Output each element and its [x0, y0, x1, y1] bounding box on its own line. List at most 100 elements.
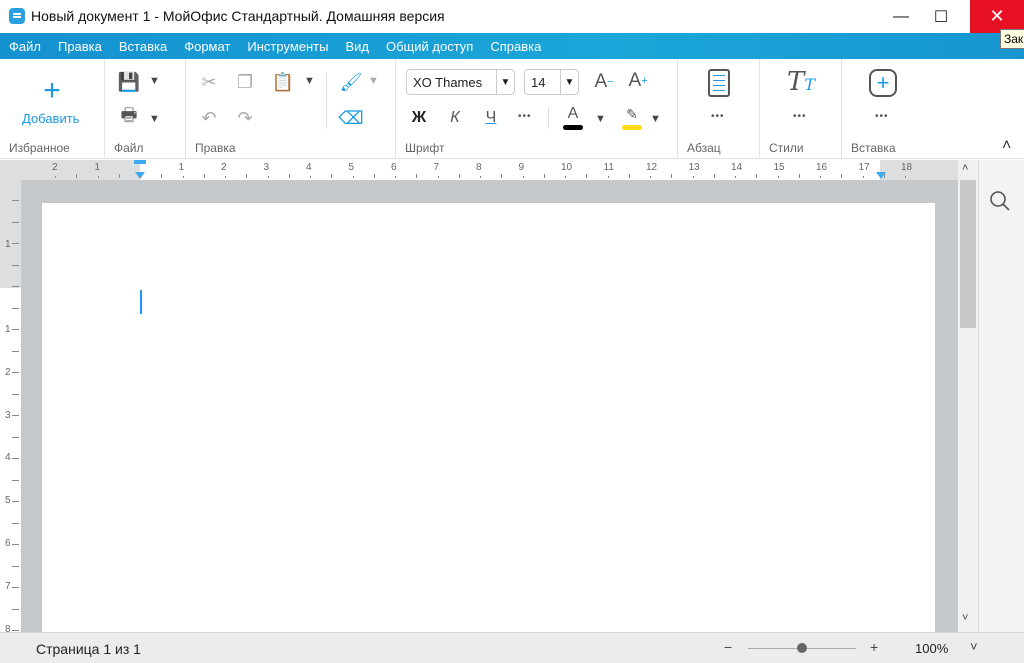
ruler-marks: 2 1 1 2 3 4 5 6 7 8 9 10 11 12 13 14 15 16 17 18 [0, 160, 958, 180]
group-label: Избранное [9, 141, 70, 155]
undo-icon[interactable]: ↶ [198, 107, 220, 129]
save-icon[interactable]: 💾 [117, 71, 141, 93]
styles-icon-letter: T [804, 75, 816, 94]
chevron-down-icon[interactable]: ▼ [595, 113, 606, 125]
text-cursor [140, 290, 142, 314]
more-insert-button[interactable]: ••• [875, 111, 889, 122]
paragraph-icon[interactable] [708, 69, 730, 97]
ruler-label: 5 [348, 162, 355, 173]
menu-bar: Файл Правка Вставка Формат Инструменты В… [0, 33, 1024, 59]
ruler-tick [416, 174, 418, 178]
print-icon[interactable]: 🖶 [117, 105, 141, 129]
ruler-label: 1 [178, 162, 185, 173]
paste-icon[interactable]: 📋 [272, 71, 294, 93]
zoom-menu-chevron-icon[interactable]: ˅ [970, 639, 978, 654]
menu-file[interactable]: Файл [9, 39, 41, 54]
chevron-down-icon[interactable]: ▼ [496, 70, 514, 94]
chevron-down-icon[interactable]: ▼ [560, 70, 578, 94]
increase-font-button[interactable]: A + [626, 69, 650, 93]
ruler-tick [735, 176, 736, 178]
ruler-tick [628, 174, 630, 178]
ruler-label: 12 [646, 162, 658, 173]
ruler-label: 1 [94, 162, 101, 173]
chevron-down-icon[interactable]: ▼ [149, 113, 160, 125]
add-icon[interactable]: + [38, 74, 66, 107]
ruler-tick [12, 458, 19, 459]
ruler-tick [650, 176, 651, 178]
ruler-tick [310, 176, 311, 178]
ruler-tick [12, 350, 19, 352]
ruler-label: 6 [5, 538, 11, 549]
menu-format[interactable]: Формат [184, 39, 230, 54]
cut-icon[interactable]: ✂ [198, 71, 220, 93]
more-font-button[interactable]: ••• [518, 111, 532, 122]
menu-tools[interactable]: Инструменты [247, 39, 328, 54]
divider [548, 107, 549, 129]
format-painter-icon[interactable]: 🖌 [340, 71, 363, 93]
chevron-down-icon[interactable]: ▼ [304, 75, 315, 87]
collapse-ribbon-button[interactable]: ˄ [1002, 137, 1011, 155]
chevron-down-icon[interactable]: ▼ [368, 75, 379, 87]
zoom-level[interactable]: 100% [915, 641, 948, 656]
ruler-tick [140, 176, 141, 178]
ruler-tick [12, 630, 19, 631]
bold-button[interactable]: Ж [408, 107, 430, 129]
menu-help[interactable]: Справка [490, 39, 541, 54]
group-edit: ✂ ❐ 📋 ▼ ↶ ↷ 🖌 ▼ ⌫ Правка [186, 59, 396, 159]
ruler-tick [12, 307, 19, 309]
chevron-down-icon[interactable]: ▼ [149, 75, 160, 87]
title-bar: Новый документ 1 - МойОфис Стандартный. … [0, 0, 1024, 33]
copy-icon[interactable]: ❐ [234, 71, 256, 93]
ruler-label: 3 [5, 409, 11, 421]
add-button[interactable]: Добавить [22, 111, 79, 126]
font-family-select[interactable]: XO Thames ▼ [406, 69, 515, 95]
highlight-color-swatch [622, 125, 642, 130]
ruler-tick [713, 174, 715, 178]
ruler-tick [883, 174, 885, 178]
decrease-font-button[interactable]: A − [592, 71, 616, 93]
zoom-out-button[interactable]: − [724, 639, 732, 655]
search-icon[interactable] [989, 190, 1011, 212]
menu-sharing[interactable]: Общий доступ [386, 39, 473, 54]
styles-icon-letter: T [787, 67, 805, 97]
styles-icon[interactable]: TT [787, 67, 815, 97]
eraser-icon[interactable]: ⌫ [338, 107, 363, 129]
highlighter-icon[interactable]: ✎ [621, 103, 643, 125]
group-favorites: + Добавить Избранное [0, 59, 105, 159]
ruler-tick [203, 174, 205, 178]
ruler-tick [76, 174, 78, 178]
scroll-up-icon[interactable]: ˄ [962, 162, 968, 174]
ruler-label: 11 [603, 162, 614, 173]
ruler-tick [905, 176, 906, 178]
group-insert: + ••• Вставка ˄ [842, 59, 1024, 159]
vertical-ruler-marks: 112345678 [0, 180, 21, 635]
zoom-in-button[interactable]: + [870, 639, 878, 655]
menu-insert[interactable]: Вставка [119, 39, 167, 54]
ruler-tick [12, 372, 19, 373]
ruler-tick [12, 329, 19, 330]
text-color-icon[interactable]: A [562, 103, 584, 125]
ruler-label: 3 [263, 162, 270, 173]
document-page[interactable] [42, 203, 935, 633]
text-color-swatch [563, 125, 583, 130]
redo-icon[interactable]: ↷ [234, 107, 256, 129]
chevron-down-icon[interactable]: ▼ [650, 113, 661, 125]
insert-icon[interactable]: + [869, 69, 897, 97]
ruler-tick [501, 174, 503, 178]
group-label: Файл [114, 141, 144, 155]
status-bar: Страница 1 из 1 − + 100% ˅ [0, 632, 1024, 663]
font-size-select[interactable]: 14 ▼ [524, 69, 579, 95]
ruler-tick [480, 176, 481, 178]
ruler-tick [288, 174, 290, 178]
more-styles-button[interactable]: ••• [793, 111, 807, 122]
underline-button[interactable]: Ч [480, 107, 502, 129]
ruler-tick [246, 174, 248, 178]
menu-view[interactable]: Вид [345, 39, 369, 54]
italic-button[interactable]: К [444, 107, 466, 129]
maximize-button[interactable]: ☐ [918, 0, 964, 33]
more-paragraph-button[interactable]: ••• [711, 111, 725, 122]
scroll-down-icon[interactable]: ˅ [962, 612, 968, 624]
zoom-slider-handle[interactable] [797, 643, 807, 653]
scrollbar-thumb[interactable] [960, 180, 976, 328]
menu-edit[interactable]: Правка [58, 39, 102, 54]
